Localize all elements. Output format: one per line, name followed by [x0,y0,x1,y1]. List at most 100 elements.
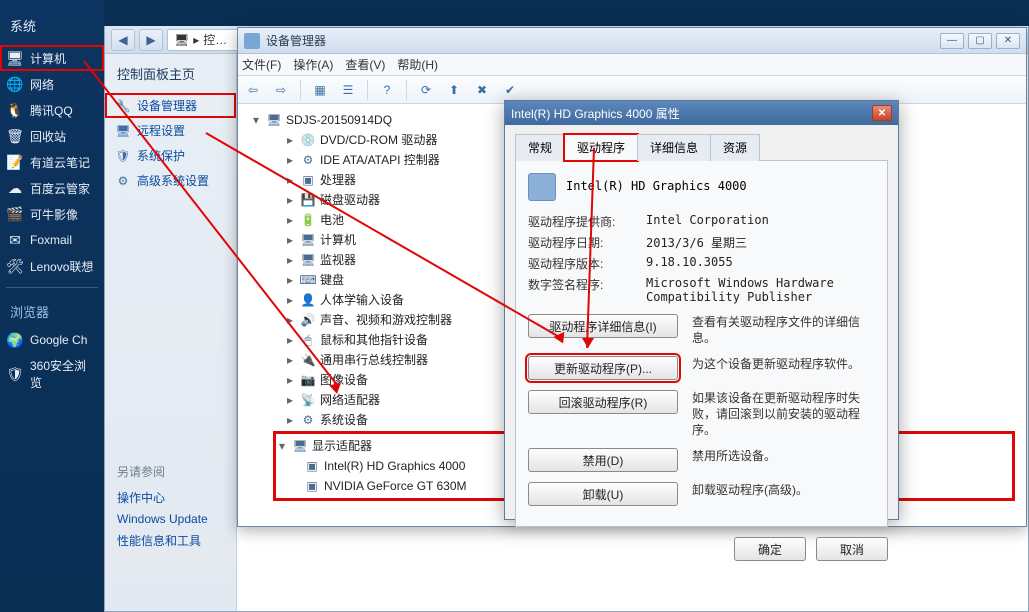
tb-update-icon[interactable]: ⬆ [443,79,465,101]
menu-file[interactable]: 文件(F) [242,56,281,73]
tb-tree-icon[interactable]: ▦ [309,79,331,101]
ctrl-nav-head: 控制面板主页 [105,64,236,93]
desktop-browser-item-0[interactable]: 🌍Google Ch [0,327,104,353]
display-adapter-label[interactable]: 显示适配器 [312,437,372,455]
device-icon [528,173,556,201]
tb-fwd-icon[interactable]: ⇨ [270,79,292,101]
properties-dialog: Intel(R) HD Graphics 4000 属性 ✕ 常规 驱动程序 详… [504,100,899,520]
driver-action-row-4: 卸载(U)卸载驱动程序(高级)。 [528,482,875,506]
minimize-button[interactable]: — [940,33,964,49]
device-category-icon: 💿 [300,132,316,148]
tb-help-icon[interactable]: ? [376,79,398,101]
app-icon: 🌍 [6,331,24,349]
cancel-button[interactable]: 取消 [816,537,888,561]
device-category-icon: 🖥 [300,232,316,248]
app-icon: 🎬 [6,205,24,223]
tab-general[interactable]: 常规 [515,134,565,161]
menu-help[interactable]: 帮助(H) [397,56,438,73]
nav-icon: ⚙ [115,173,131,189]
desktop-sidebar: 系统 🖥计算机🌐网络🐧腾讯QQ🗑回收站📝有道云笔记☁百度云管家🎬可牛影像✉Fox… [0,0,104,612]
ctrl-nav-item-0[interactable]: 🔧设备管理器 [105,93,236,118]
device-category-icon: ⚙ [300,412,316,428]
driver-action-button-4[interactable]: 卸载(U) [528,482,678,506]
driver-kv-2: 驱动程序版本:9.18.10.3055 [528,255,875,272]
device-category-icon: 🔋 [300,212,316,228]
props-titlebar[interactable]: Intel(R) HD Graphics 4000 属性 ✕ [505,101,898,125]
app-icon: 🗑 [6,127,24,145]
app-icon: 🖥 [6,49,24,67]
device-category-icon: ⚙ [300,152,316,168]
tab-resources[interactable]: 资源 [710,134,760,161]
tb-scan-icon[interactable]: ⟳ [415,79,437,101]
tb-list-icon[interactable]: ☰ [337,79,359,101]
ctrl-nav: 控制面板主页 🔧设备管理器🖥远程设置🛡系统保护⚙高级系统设置 另请参阅 操作中心… [105,54,237,611]
device-category-icon: 🔊 [300,312,316,328]
driver-action-row-3: 禁用(D)禁用所选设备。 [528,448,875,472]
props-close-button[interactable]: ✕ [872,105,892,121]
ctrl-see-item-0[interactable]: 操作中心 [105,486,236,509]
desktop-item-7[interactable]: ✉Foxmail [0,227,104,253]
app-icon: 🐧 [6,101,24,119]
device-category-icon: 🖱 [300,332,316,348]
desktop-item-8[interactable]: 🛠Lenovo联想 [0,253,104,279]
app-icon: 🛡 [6,365,24,383]
nav-icon: 🔧 [115,98,131,114]
driver-action-button-3[interactable]: 禁用(D) [528,448,678,472]
nav-icon: 🖥 [115,123,131,139]
driver-kv-3: 数字签名程序:Microsoft Windows Hardware Compat… [528,276,875,304]
device-category-icon: 📡 [300,392,316,408]
tab-driver[interactable]: 驱动程序 [564,134,638,161]
dm-title-text: 设备管理器 [266,32,940,49]
driver-kv-0: 驱动程序提供商:Intel Corporation [528,213,875,230]
desktop-item-0[interactable]: 🖥计算机 [0,45,104,71]
app-icon: 🌐 [6,75,24,93]
tab-panel-driver: Intel(R) HD Graphics 4000 驱动程序提供商:Intel … [515,161,888,527]
dm-titlebar[interactable]: 设备管理器 — ▢ ✕ [238,28,1026,54]
tb-back-icon[interactable]: ⇦ [242,79,264,101]
gpu-icon: ▣ [304,478,320,494]
ctrl-nav-item-1[interactable]: 🖥远程设置 [105,118,236,143]
desktop-section-browser: 浏览器 [0,296,104,327]
desktop-item-1[interactable]: 🌐网络 [0,71,104,97]
driver-action-button-1[interactable]: 更新驱动程序(P)... [528,356,678,380]
close-button[interactable]: ✕ [996,33,1020,49]
ctrl-nav-item-3[interactable]: ⚙高级系统设置 [105,168,236,193]
ctrl-nav-item-2[interactable]: 🛡系统保护 [105,143,236,168]
ok-button[interactable]: 确定 [734,537,806,561]
ctrl-see-item-2[interactable]: 性能信息和工具 [105,529,236,552]
driver-action-button-2[interactable]: 回滚驱动程序(R) [528,390,678,414]
desktop-item-3[interactable]: 🗑回收站 [0,123,104,149]
device-category-icon: ▣ [300,172,316,188]
desktop-item-2[interactable]: 🐧腾讯QQ [0,97,104,123]
desktop-item-4[interactable]: 📝有道云笔记 [0,149,104,175]
tb-remove-icon[interactable]: ✖ [471,79,493,101]
desktop-section-system: 系统 [0,12,104,45]
app-icon: 🛠 [6,257,24,275]
nav-back-button[interactable]: ◀ [111,29,135,51]
menu-view[interactable]: 查看(V) [345,56,385,73]
desktop-item-5[interactable]: ☁百度云管家 [0,175,104,201]
tab-details[interactable]: 详细信息 [637,134,711,161]
breadcrumb-icon: 🖥 [174,33,189,47]
device-category-icon: 👤 [300,292,316,308]
app-icon: ☁ [6,179,24,197]
dm-menubar: 文件(F) 操作(A) 查看(V) 帮助(H) [238,54,1026,76]
ctrl-see-item-1[interactable]: Windows Update [105,509,236,529]
props-title-text: Intel(R) HD Graphics 4000 属性 [511,105,872,122]
nav-icon: 🛡 [115,148,131,164]
driver-kv-1: 驱动程序日期:2013/3/6 星期三 [528,234,875,251]
menu-action[interactable]: 操作(A) [293,56,333,73]
gpu-icon: ▣ [304,458,320,474]
nav-forward-button[interactable]: ▶ [139,29,163,51]
driver-action-button-0[interactable]: 驱动程序详细信息(I) [528,314,678,338]
driver-action-row-2: 回滚驱动程序(R)如果该设备在更新驱动程序时失败，请回滚到以前安装的驱动程序。 [528,390,875,438]
tb-enable-icon[interactable]: ✔ [499,79,521,101]
maximize-button[interactable]: ▢ [968,33,992,49]
device-category-icon: 🔌 [300,352,316,368]
driver-action-row-1: 更新驱动程序(P)...为这个设备更新驱动程序软件。 [528,356,875,380]
computer-icon: 🖥 [266,112,282,128]
desktop-item-6[interactable]: 🎬可牛影像 [0,201,104,227]
ctrl-see-also: 另请参阅 [105,453,236,486]
desktop-browser-item-1[interactable]: 🛡360安全浏览 [0,353,104,395]
breadcrumb-text: 控… [203,31,227,48]
